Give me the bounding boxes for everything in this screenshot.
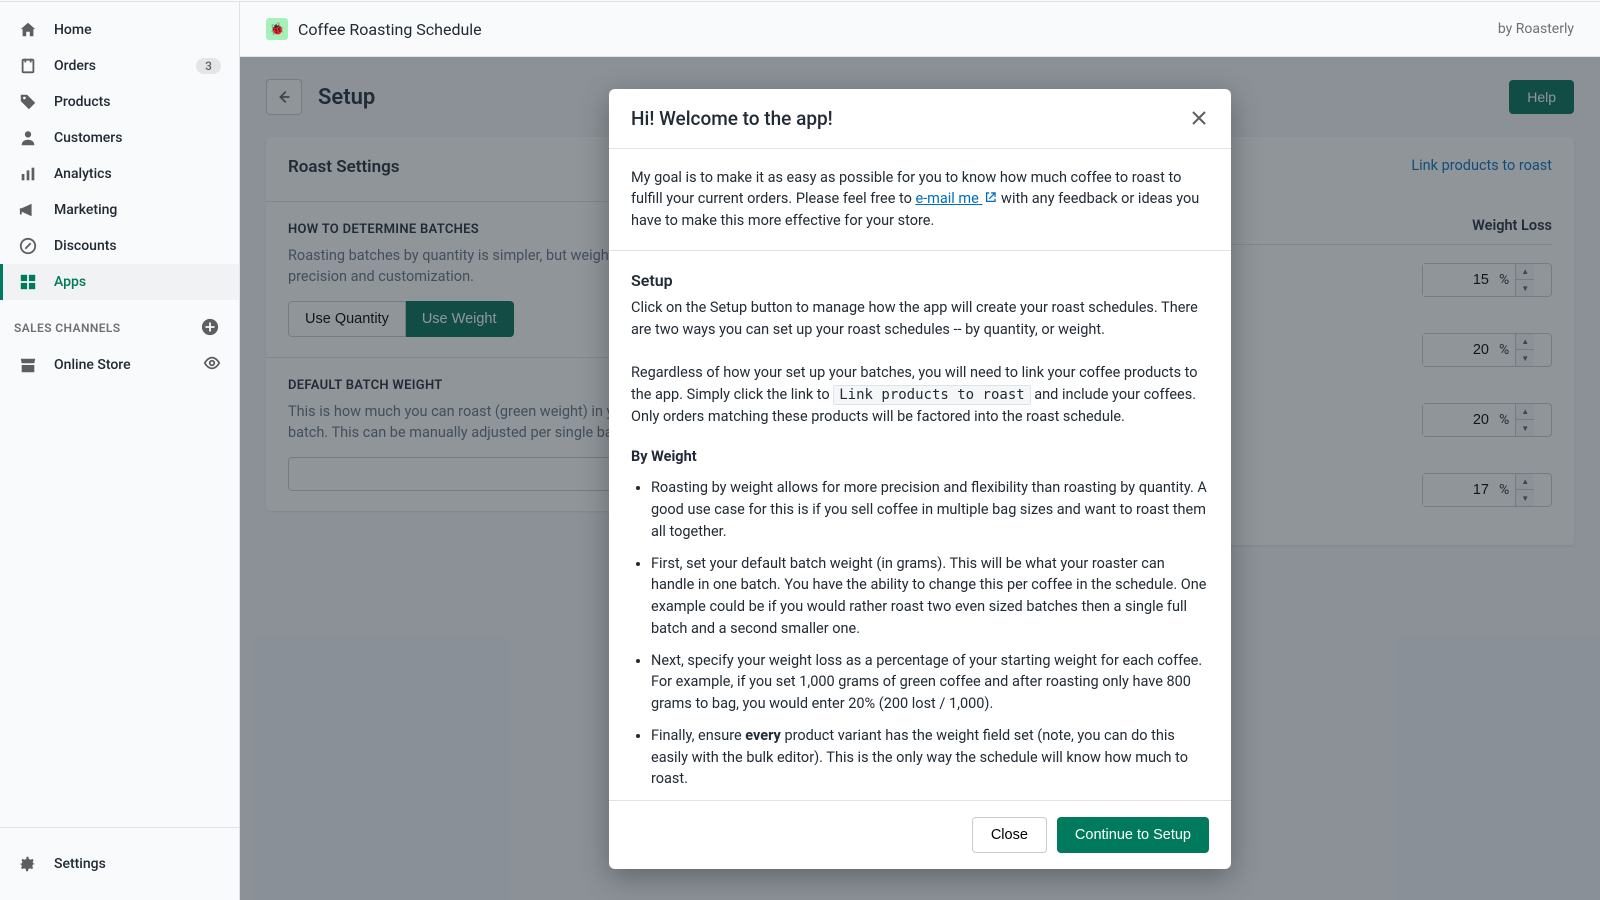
- nav-label: Discounts: [54, 238, 117, 254]
- nav-home[interactable]: Home: [0, 12, 239, 48]
- nav-label: Orders: [54, 58, 96, 74]
- continue-button[interactable]: Continue to Setup: [1057, 817, 1209, 853]
- nav-orders[interactable]: Orders 3: [0, 48, 239, 84]
- nav-customers[interactable]: Customers: [0, 120, 239, 156]
- nav-label: Analytics: [54, 166, 112, 182]
- app-header: 🐞 Coffee Roasting Schedule by Roasterly: [240, 2, 1600, 57]
- link-products-code: Link products to roast: [833, 385, 1030, 405]
- nav-apps[interactable]: Apps: [0, 264, 239, 300]
- nav-settings[interactable]: Settings: [0, 846, 239, 882]
- app-title: Coffee Roasting Schedule: [298, 20, 482, 39]
- sidebar: Home Orders 3 Products Customers Analyti…: [0, 2, 240, 900]
- nav-discounts[interactable]: Discounts: [0, 228, 239, 264]
- orders-icon: [18, 56, 38, 76]
- nav-analytics[interactable]: Analytics: [0, 156, 239, 192]
- setup-p2: Regardless of how your set up your batch…: [631, 362, 1209, 428]
- nav-online-store[interactable]: Online Store: [0, 346, 239, 384]
- app-byline: by Roasterly: [1498, 21, 1574, 37]
- email-link[interactable]: e-mail me: [915, 190, 997, 207]
- eye-icon[interactable]: [203, 354, 221, 376]
- nav-label: Products: [54, 94, 111, 110]
- setup-heading: Setup: [631, 269, 1209, 293]
- bars-icon: [18, 164, 38, 184]
- gear-icon: [18, 854, 38, 874]
- modal-intro: My goal is to make it as easy as possibl…: [631, 167, 1209, 232]
- nav-label: Online Store: [54, 357, 131, 373]
- apps-icon: [18, 272, 38, 292]
- nav-label: Home: [54, 22, 92, 38]
- setup-p1: Click on the Setup button to manage how …: [631, 297, 1209, 341]
- nav-label: Marketing: [54, 202, 117, 218]
- person-icon: [18, 128, 38, 148]
- close-button[interactable]: Close: [972, 817, 1047, 853]
- nav-label: Customers: [54, 130, 122, 146]
- nav-label: Settings: [54, 856, 106, 872]
- external-link-icon: [984, 191, 997, 204]
- by-weight-list: Roasting by weight allows for more preci…: [631, 477, 1209, 790]
- home-icon: [18, 20, 38, 40]
- nav-products[interactable]: Products: [0, 84, 239, 120]
- store-icon: [18, 355, 38, 375]
- close-icon[interactable]: [1189, 108, 1209, 128]
- add-channel-icon[interactable]: [201, 318, 221, 338]
- nav-marketing[interactable]: Marketing: [0, 192, 239, 228]
- orders-badge: 3: [196, 58, 221, 74]
- by-weight-heading: By Weight: [631, 446, 1209, 468]
- modal-body[interactable]: My goal is to make it as easy as possibl…: [609, 148, 1231, 801]
- nav-label: Apps: [54, 274, 86, 290]
- sales-channels-header: SALES CHANNELS: [0, 300, 239, 346]
- welcome-modal: Hi! Welcome to the app! My goal is to ma…: [609, 89, 1231, 869]
- app-logo: 🐞: [266, 18, 288, 40]
- modal-title: Hi! Welcome to the app!: [631, 107, 833, 130]
- tag-icon: [18, 92, 38, 112]
- megaphone-icon: [18, 200, 38, 220]
- discount-icon: [18, 236, 38, 256]
